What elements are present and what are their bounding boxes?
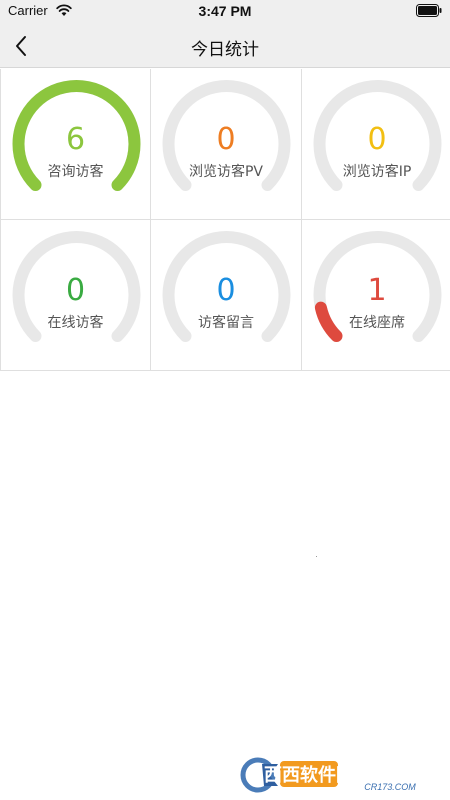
stat-card-browse-ip[interactable]: 0 浏览访客IP bbox=[302, 69, 450, 220]
watermark-url: CR173.COM bbox=[364, 782, 416, 792]
stat-card-online-agents[interactable]: 1 在线座席 bbox=[302, 220, 450, 371]
stat-value: 0 bbox=[65, 273, 86, 308]
nav-bar: 今日统计 bbox=[0, 24, 450, 68]
page-title: 今日统计 bbox=[191, 40, 259, 60]
stat-value: 0 bbox=[367, 122, 387, 157]
stray-dot bbox=[316, 556, 317, 557]
stat-label: 咨询访客 bbox=[47, 164, 104, 180]
stat-value: 0 bbox=[216, 122, 236, 157]
stat-value: 0 bbox=[216, 273, 236, 308]
stat-label: 浏览访客PV bbox=[188, 164, 264, 180]
stat-label: 在线座席 bbox=[349, 315, 405, 331]
status-bar: Carrier 3:47 PM bbox=[0, 0, 450, 24]
battery-icon bbox=[416, 4, 442, 17]
stat-card-consult-visitors[interactable]: 6 咨询访客 bbox=[0, 69, 151, 220]
stat-label: 浏览访客IP bbox=[342, 164, 412, 180]
stat-card-browse-pv[interactable]: 0 浏览访客PV bbox=[151, 69, 302, 220]
watermark-cn: 西西软件园 bbox=[264, 764, 354, 786]
watermark-logo: 西西软件园 CR173.COM bbox=[240, 757, 416, 793]
stat-value: 6 bbox=[65, 122, 86, 157]
stat-label: 访客留言 bbox=[198, 315, 254, 331]
stat-value: 1 bbox=[367, 273, 387, 308]
stat-card-visitor-messages[interactable]: 0 访客留言 bbox=[151, 220, 302, 371]
stat-label: 在线访客 bbox=[47, 315, 104, 331]
stat-card-online-visitors[interactable]: 0 在线访客 bbox=[0, 220, 151, 371]
stats-grid: 6 咨询访客 0 浏览访客PV 0 浏览访客IP 0 在线访客 0 访客留言 1… bbox=[0, 69, 450, 371]
status-time: 3:47 PM bbox=[198, 3, 252, 19]
